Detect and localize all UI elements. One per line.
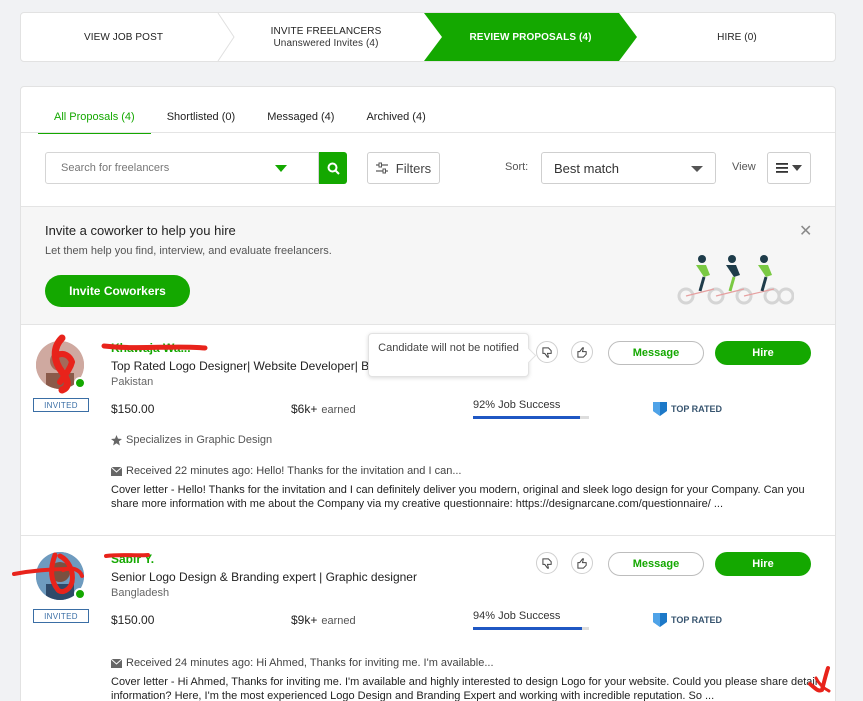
cover-letter[interactable]: Cover letter - Hi Ahmed, Thanks for invi…: [111, 675, 823, 701]
tab-messaged[interactable]: Messaged (4): [251, 109, 350, 133]
step-label: VIEW JOB POST: [83, 31, 164, 43]
proposal-tabs: All Proposals (4) Shortlisted (0) Messag…: [38, 109, 442, 134]
job-success-fill: [473, 416, 580, 419]
dislike-button[interactable]: [536, 552, 558, 574]
online-status-indicator: [74, 377, 86, 389]
tabs-divider: [21, 132, 835, 133]
search-icon: [327, 162, 340, 175]
view-toggle-button[interactable]: [767, 152, 811, 184]
tab-shortlisted[interactable]: Shortlisted (0): [151, 109, 251, 133]
step-invite-freelancers[interactable]: INVITE FREELANCERS Unanswered Invites (4…: [226, 13, 426, 61]
step-review-proposals[interactable]: REVIEW PROPOSALS (4): [424, 13, 637, 61]
cover-letter-text: - Hi Ahmed, Thanks for inviting me. I'm …: [111, 676, 818, 701]
top-rated-icon: [653, 613, 667, 627]
step-view-job-post[interactable]: VIEW JOB POST: [21, 13, 226, 61]
specialization-label: Specializes in Graphic Design: [126, 434, 273, 446]
invited-badge: INVITED: [33, 609, 89, 623]
envelope-icon: [111, 466, 122, 476]
star-icon: [111, 434, 122, 446]
top-rated-label: TOP RATED: [671, 404, 723, 414]
hire-button[interactable]: Hire: [715, 341, 811, 365]
hiring-stepper: VIEW JOB POST INVITE FREELANCERS Unanswe…: [20, 12, 836, 62]
like-button[interactable]: [571, 552, 593, 574]
step-sublabel: Unanswered Invites (4): [273, 37, 379, 49]
freelancer-country: Bangladesh: [111, 587, 170, 599]
job-success-bar: [473, 416, 589, 419]
top-rated-label: TOP RATED: [671, 615, 723, 625]
search-dropdown-caret-icon[interactable]: [275, 165, 287, 172]
received-message[interactable]: Received 24 minutes ago: Hi Ahmed, Thank…: [111, 657, 494, 669]
search-button[interactable]: [319, 152, 347, 184]
earned-label: earned: [321, 404, 356, 416]
hire-button[interactable]: Hire: [715, 552, 811, 576]
message-button[interactable]: Message: [608, 552, 704, 576]
sort-select[interactable]: Best match: [541, 152, 716, 184]
top-rated-badge: TOP RATED: [653, 613, 722, 627]
invite-title: Invite a coworker to help you hire: [45, 223, 236, 238]
chevron-down-icon: [691, 166, 703, 172]
step-hire[interactable]: HIRE (0): [637, 13, 835, 61]
cover-letter-label: Cover letter: [111, 484, 168, 496]
received-text: Received 22 minutes ago: Hello! Thanks f…: [126, 465, 462, 477]
step-label: INVITE FREELANCERS: [270, 25, 382, 37]
total-earned: $6k+ earned: [291, 402, 356, 416]
total-earned: $9k+ earned: [291, 613, 356, 627]
freelancer-name[interactable]: Khawaja Wa...: [111, 341, 191, 355]
specialization: Specializes in Graphic Design: [111, 434, 272, 446]
tab-all-proposals[interactable]: All Proposals (4): [38, 109, 151, 134]
freelancer-name[interactable]: Sabir Y.: [111, 552, 154, 566]
envelope-icon: [111, 658, 122, 668]
invited-badge: INVITED: [33, 398, 89, 412]
thumbs-down-icon: [541, 346, 552, 358]
cover-letter-text: - Hello! Thanks for the invitation and I…: [111, 484, 805, 510]
earned-amount: $6k+: [291, 402, 318, 416]
search-placeholder: Search for freelancers: [61, 162, 170, 174]
cover-letter[interactable]: Cover letter - Hello! Thanks for the inv…: [111, 483, 823, 511]
thumbs-up-icon: [576, 557, 587, 569]
view-label: View: [732, 161, 756, 173]
earned-amount: $9k+: [291, 613, 318, 627]
message-button[interactable]: Message: [608, 341, 704, 365]
received-message[interactable]: Received 22 minutes ago: Hello! Thanks f…: [111, 465, 462, 477]
sort-value: Best match: [554, 160, 620, 176]
dislike-tooltip: Candidate will not be notified: [368, 333, 529, 377]
freelancer-country: Pakistan: [111, 376, 154, 388]
cover-letter-label: Cover letter: [111, 676, 168, 688]
online-status-indicator: [74, 588, 86, 600]
job-success-bar: [473, 627, 589, 630]
invite-coworker-banner: Invite a coworker to help you hire Let t…: [21, 207, 835, 324]
invite-coworkers-button[interactable]: Invite Coworkers: [45, 275, 190, 307]
job-success-score: 92% Job Success: [473, 399, 561, 411]
proposals-panel: All Proposals (4) Shortlisted (0) Messag…: [20, 86, 836, 701]
step-label: REVIEW PROPOSALS (4): [469, 31, 592, 43]
sort-label: Sort:: [505, 161, 529, 173]
filters-label: Filters: [395, 160, 432, 176]
close-icon[interactable]: ✕: [799, 221, 812, 241]
step-label: HIRE (0): [717, 31, 757, 43]
cyclists-illustration-icon: [677, 255, 794, 305]
proposal-card[interactable]: INVITED Sabir Y. Senior Logo Design & Br…: [21, 536, 835, 701]
invite-text: Let them help you find, interview, and e…: [45, 245, 332, 257]
thumbs-up-icon: [576, 346, 587, 358]
job-success-score: 94% Job Success: [473, 610, 561, 622]
freelancer-title: Senior Logo Design & Branding expert | G…: [111, 570, 417, 584]
proposed-rate: $150.00: [111, 613, 155, 627]
tab-archived[interactable]: Archived (4): [350, 109, 441, 133]
proposed-rate: $150.00: [111, 402, 155, 416]
sliders-icon: [375, 162, 388, 174]
dislike-button[interactable]: [536, 341, 558, 363]
top-rated-icon: [653, 402, 667, 416]
freelancer-title: Top Rated Logo Designer| Website Develop…: [111, 359, 371, 373]
received-text: Received 24 minutes ago: Hi Ahmed, Thank…: [126, 657, 494, 669]
job-success-fill: [473, 627, 583, 630]
top-rated-badge: TOP RATED: [653, 402, 722, 416]
like-button[interactable]: [571, 341, 593, 363]
list-view-icon: [776, 163, 802, 173]
earned-label: earned: [321, 615, 356, 627]
thumbs-down-icon: [541, 557, 552, 569]
filters-button[interactable]: Filters: [367, 152, 440, 184]
